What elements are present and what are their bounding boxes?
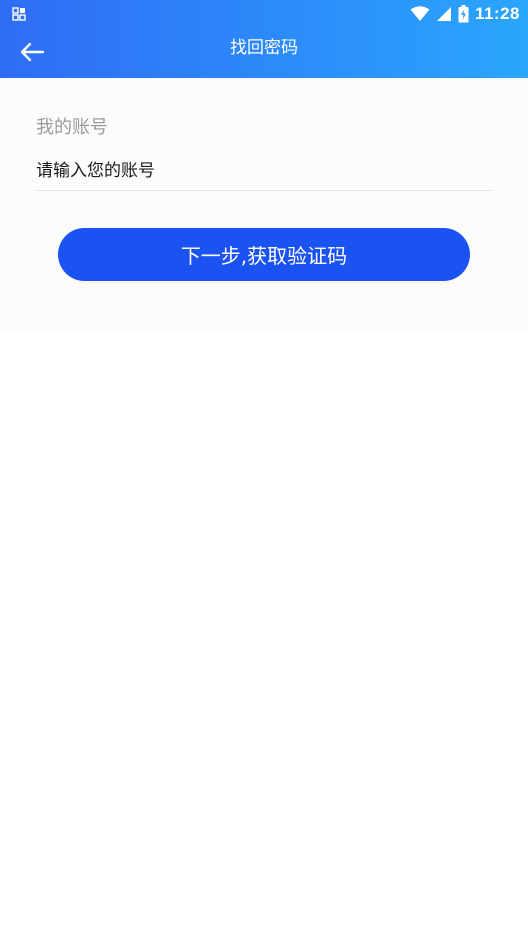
cellular-signal-icon <box>436 7 451 21</box>
status-time: 11:28 <box>474 4 520 23</box>
status-bar: 11:28 <box>0 0 528 28</box>
toolbar: 找回密码 <box>0 28 528 78</box>
page-title: 找回密码 <box>230 38 298 58</box>
account-label: 我的账号 <box>36 117 108 138</box>
qr-grid-icon <box>12 7 26 21</box>
next-get-code-button[interactable]: 下一步,获取验证码 <box>58 228 470 281</box>
app-header: 11:28 找回密码 <box>0 0 528 78</box>
account-input[interactable] <box>36 151 492 191</box>
wifi-icon <box>410 6 430 21</box>
status-icons: 11:28 <box>410 2 520 26</box>
battery-charging-icon <box>458 5 469 23</box>
form-card: 我的账号 下一步,获取验证码 <box>0 78 528 332</box>
